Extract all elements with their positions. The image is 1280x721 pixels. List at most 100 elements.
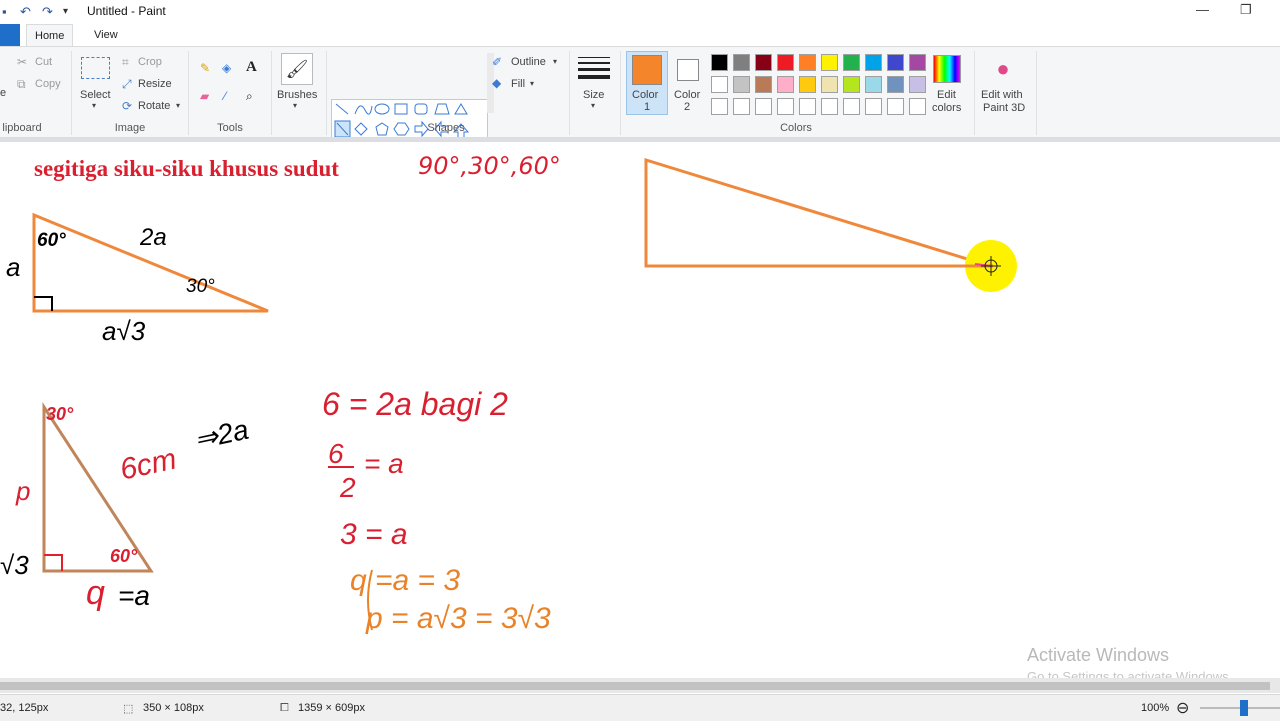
minimize-icon[interactable]: — bbox=[1196, 2, 1209, 17]
size-icon[interactable] bbox=[578, 57, 610, 79]
palette-swatch[interactable] bbox=[711, 76, 728, 93]
outline-button[interactable]: Outline bbox=[511, 56, 546, 68]
palette-swatch[interactable] bbox=[755, 98, 772, 115]
tab-home[interactable]: Home bbox=[26, 24, 74, 46]
t2-side-p-label: p bbox=[16, 476, 31, 506]
shape-rectangle[interactable] bbox=[394, 103, 408, 115]
palette-swatch[interactable] bbox=[865, 54, 882, 71]
palette-swatch[interactable] bbox=[821, 98, 838, 115]
outline-dropdown-icon[interactable]: ▾ bbox=[553, 57, 557, 66]
paint3d-button[interactable]: Edit with bbox=[981, 89, 1023, 101]
palette-swatch[interactable] bbox=[755, 76, 772, 93]
palette-swatch[interactable] bbox=[799, 98, 816, 115]
redo-icon[interactable]: ↷ bbox=[42, 4, 53, 20]
tab-view[interactable]: View bbox=[86, 24, 126, 46]
color-picker-icon[interactable]: ⁄ bbox=[224, 89, 226, 103]
palette-swatch[interactable] bbox=[777, 76, 794, 93]
copy-icon[interactable]: ⧉ bbox=[17, 77, 26, 92]
palette-swatch[interactable] bbox=[733, 76, 750, 93]
tools-group-label: Tools bbox=[217, 122, 243, 134]
fill-button[interactable]: Fill bbox=[511, 78, 525, 90]
edit-colors-icon[interactable] bbox=[933, 55, 961, 83]
fill-bucket-icon[interactable]: ◈ bbox=[222, 61, 231, 75]
palette-swatch[interactable] bbox=[887, 98, 904, 115]
palette-swatch[interactable] bbox=[711, 54, 728, 71]
zoom-level: 100% bbox=[1141, 702, 1170, 714]
resize-button[interactable]: Resize bbox=[138, 78, 172, 90]
paste-label-fragment[interactable]: e bbox=[0, 87, 6, 99]
shape-pentagon[interactable] bbox=[375, 122, 389, 136]
undo-icon[interactable]: ↶ bbox=[20, 4, 31, 20]
copy-button[interactable]: Copy bbox=[35, 78, 61, 90]
paint3d-icon[interactable]: ● bbox=[991, 55, 1015, 83]
palette-swatch[interactable] bbox=[843, 76, 860, 93]
palette-swatch[interactable] bbox=[865, 98, 882, 115]
zoom-out-icon[interactable]: ⊖ bbox=[1176, 698, 1189, 718]
file-tab[interactable] bbox=[0, 24, 20, 46]
shape-hexagon[interactable] bbox=[393, 122, 410, 136]
rotate-dropdown-icon[interactable]: ▾ bbox=[176, 101, 180, 110]
maximize-icon[interactable]: ❐ bbox=[1240, 2, 1252, 18]
fill-icon[interactable]: ◆ bbox=[492, 76, 501, 90]
resize-icon[interactable]: ⤢ bbox=[122, 77, 132, 92]
drawing-canvas[interactable]: segitiga siku-siku khusus sudut 90°,30°,… bbox=[0, 142, 1280, 678]
size-button[interactable]: Size bbox=[583, 89, 604, 101]
save-icon[interactable]: ▪ bbox=[2, 4, 7, 19]
palette-swatch[interactable] bbox=[909, 76, 926, 93]
t1-side-a-label: a bbox=[6, 252, 21, 282]
shape-line[interactable] bbox=[335, 103, 349, 115]
rotate-icon[interactable]: ⟳ bbox=[122, 99, 132, 113]
outline-icon[interactable]: ✐ bbox=[492, 55, 502, 69]
shape-triangle[interactable] bbox=[454, 103, 468, 115]
edit-colors-button-line2[interactable]: colors bbox=[932, 102, 961, 114]
palette-swatch[interactable] bbox=[733, 98, 750, 115]
palette-swatch[interactable] bbox=[777, 98, 794, 115]
palette-swatch[interactable] bbox=[711, 98, 728, 115]
palette-swatch[interactable] bbox=[799, 54, 816, 71]
cut-icon[interactable]: ✂ bbox=[17, 55, 27, 69]
shape-diamond[interactable] bbox=[354, 122, 368, 136]
cut-button[interactable]: Cut bbox=[35, 56, 52, 68]
edit-colors-button[interactable]: Edit bbox=[937, 89, 956, 101]
select-icon[interactable] bbox=[81, 57, 110, 79]
heading-text: segitiga siku-siku khusus sudut bbox=[34, 156, 339, 181]
palette-swatch[interactable] bbox=[909, 54, 926, 71]
paint3d-button-line2[interactable]: Paint 3D bbox=[983, 102, 1025, 114]
brushes-button[interactable]: Brushes bbox=[277, 89, 317, 101]
palette-swatch[interactable] bbox=[843, 54, 860, 71]
palette-swatch[interactable] bbox=[799, 76, 816, 93]
zoom-slider-thumb[interactable] bbox=[1240, 700, 1248, 716]
colors-group-label: Colors bbox=[780, 122, 812, 134]
brushes-dropdown-icon[interactable]: ▾ bbox=[293, 101, 297, 110]
palette-swatch[interactable] bbox=[887, 76, 904, 93]
text-tool-icon[interactable]: A bbox=[246, 59, 257, 76]
shape-rounded-rectangle[interactable] bbox=[414, 103, 428, 115]
size-dropdown-icon[interactable]: ▾ bbox=[591, 101, 595, 110]
pencil-icon[interactable]: ✎ bbox=[200, 61, 210, 75]
shape-oval[interactable] bbox=[374, 103, 390, 115]
palette-swatch[interactable] bbox=[777, 54, 794, 71]
brushes-icon[interactable]: 🖌 bbox=[281, 53, 313, 85]
quick-access-dropdown-icon[interactable]: ▾ bbox=[63, 6, 68, 17]
color1-swatch[interactable] bbox=[632, 55, 662, 85]
select-dropdown-icon[interactable]: ▾ bbox=[92, 101, 96, 110]
palette-swatch[interactable] bbox=[821, 76, 838, 93]
palette-swatch[interactable] bbox=[733, 54, 750, 71]
rotate-button[interactable]: Rotate bbox=[138, 100, 170, 112]
shape-polygon[interactable] bbox=[434, 103, 450, 115]
palette-swatch[interactable] bbox=[887, 54, 904, 71]
crop-button[interactable]: Crop bbox=[138, 56, 162, 68]
palette-swatch[interactable] bbox=[843, 98, 860, 115]
horizontal-scroll-thumb[interactable] bbox=[0, 682, 1270, 690]
palette-swatch[interactable] bbox=[909, 98, 926, 115]
select-button[interactable]: Select bbox=[80, 89, 111, 101]
magnifier-icon[interactable]: ⌕ bbox=[246, 89, 253, 104]
palette-swatch[interactable] bbox=[821, 54, 838, 71]
fill-dropdown-icon[interactable]: ▾ bbox=[530, 79, 534, 88]
eraser-icon[interactable]: ▰ bbox=[200, 89, 209, 103]
crop-icon[interactable]: ⌗ bbox=[122, 55, 129, 70]
palette-swatch[interactable] bbox=[865, 76, 882, 93]
palette-swatch[interactable] bbox=[755, 54, 772, 71]
shape-curve[interactable] bbox=[354, 105, 373, 115]
color2-swatch[interactable] bbox=[677, 59, 699, 81]
